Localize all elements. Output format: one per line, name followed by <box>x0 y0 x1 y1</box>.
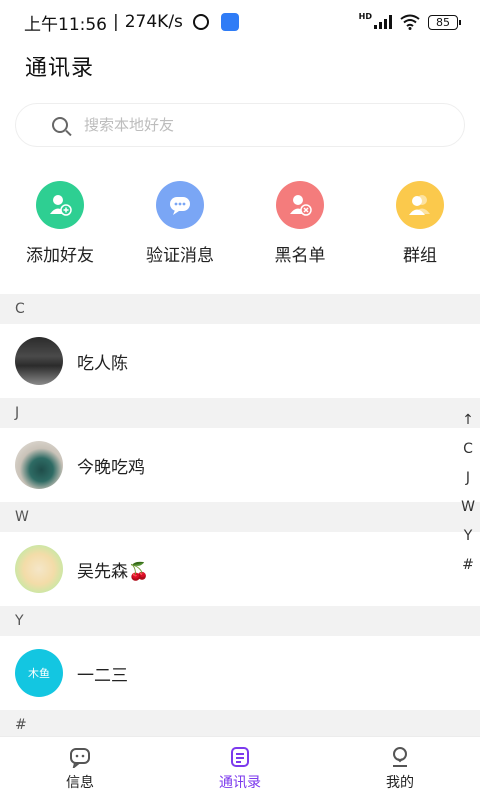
block-user-icon <box>276 181 324 229</box>
status-bar: 上午11:56 | 274K/s HD 85 <box>0 0 480 44</box>
blacklist-label: 黑名单 <box>274 246 326 266</box>
index-letter[interactable]: C <box>463 434 473 463</box>
groups-label: 群组 <box>403 246 437 266</box>
verify-messages-button[interactable]: 验证消息 <box>120 181 240 266</box>
message-icon <box>70 747 90 768</box>
status-right: HD 85 <box>358 11 461 30</box>
contact-row[interactable]: 木鱼 一二三 <box>0 636 480 710</box>
section-header: C <box>0 294 480 324</box>
chat-bubble-icon <box>156 181 204 229</box>
tab-contacts-label: 通讯录 <box>219 774 261 791</box>
status-separator: | <box>113 12 119 32</box>
tab-profile[interactable]: 我的 <box>320 737 480 800</box>
contacts-screen: 上午11:56 | 274K/s HD 85 通讯录 添加好友 <box>0 0 480 800</box>
blacklist-button[interactable]: 黑名单 <box>240 181 360 266</box>
signal-icon <box>374 15 392 29</box>
avatar <box>15 441 63 489</box>
app-notification-icon <box>220 13 239 31</box>
contact-row[interactable]: 吃人陈 <box>0 324 480 398</box>
avatar <box>15 545 63 593</box>
search-input[interactable] <box>84 116 424 134</box>
bottom-nav: 信息 通讯录 我的 <box>0 736 480 800</box>
contacts-icon <box>231 746 249 767</box>
status-time: 上午11:56 <box>24 14 107 35</box>
add-friend-button[interactable]: 添加好友 <box>0 181 120 266</box>
index-letter[interactable]: W <box>461 492 475 521</box>
tab-messages[interactable]: 信息 <box>0 737 160 800</box>
add-friend-label: 添加好友 <box>26 246 94 266</box>
contact-row[interactable]: 今晚吃鸡 <box>0 428 480 502</box>
alphabet-index[interactable]: ↑ C J W Y # <box>456 405 480 579</box>
contact-name: 今晚吃鸡 <box>77 457 145 478</box>
index-letter[interactable]: Y <box>464 521 473 550</box>
tab-contacts[interactable]: 通讯录 <box>160 737 320 800</box>
alarm-icon <box>192 14 209 30</box>
battery-icon: 85 <box>428 14 461 30</box>
status-speed: 274K/s <box>124 12 183 32</box>
page-title: 通讯录 <box>25 56 95 81</box>
contact-name: 吴先森🍒 <box>77 561 150 582</box>
status-left: 上午11:56 | 274K/s <box>24 10 239 35</box>
wifi-icon <box>400 14 420 30</box>
tab-profile-label: 我的 <box>386 774 414 791</box>
section-header: W <box>0 502 480 532</box>
add-user-icon <box>36 181 84 229</box>
contact-name: 吃人陈 <box>77 353 128 374</box>
hd-label: HD <box>358 11 372 21</box>
quick-actions: 添加好友 验证消息 黑名单 群组 <box>0 181 480 266</box>
search-bar[interactable] <box>15 103 465 147</box>
tab-messages-label: 信息 <box>66 774 94 791</box>
avatar: 木鱼 <box>15 649 63 697</box>
avatar <box>15 337 63 385</box>
index-letter[interactable]: # <box>462 550 474 579</box>
section-header: J <box>0 398 480 428</box>
battery-level: 85 <box>436 15 450 29</box>
group-icon <box>396 181 444 229</box>
index-top[interactable]: ↑ <box>462 405 474 434</box>
search-icon <box>52 117 68 133</box>
contact-name: 一二三 <box>77 665 128 686</box>
groups-button[interactable]: 群组 <box>360 181 480 266</box>
index-letter[interactable]: J <box>466 463 470 492</box>
contact-list: C 吃人陈 J 今晚吃鸡 W 吴先森🍒 Y 木鱼 一二三 # <box>0 294 480 740</box>
verify-messages-label: 验证消息 <box>146 246 214 266</box>
profile-icon <box>393 746 407 767</box>
contact-row[interactable]: 吴先森🍒 <box>0 532 480 606</box>
section-header: Y <box>0 606 480 636</box>
